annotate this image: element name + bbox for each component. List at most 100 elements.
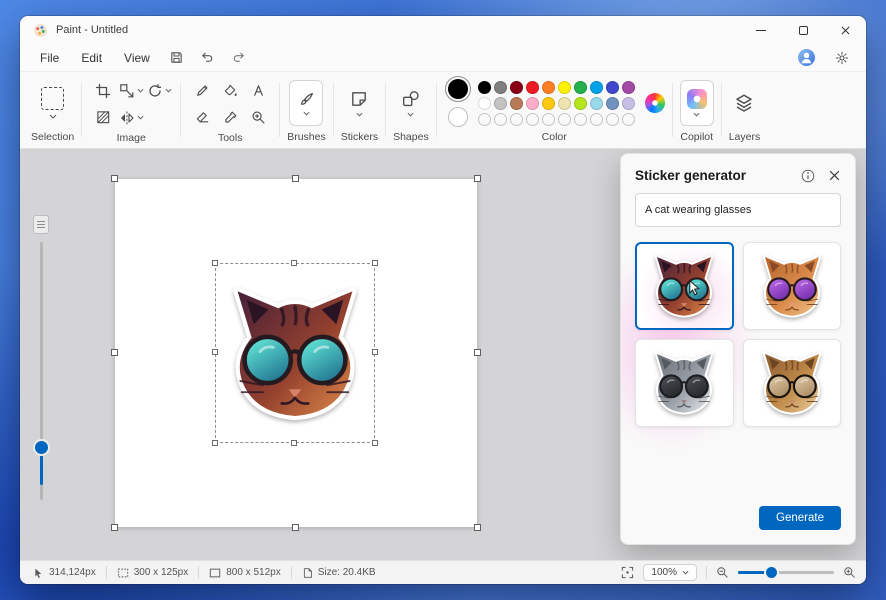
transparency-button[interactable]	[96, 110, 111, 125]
sticker-result-1[interactable]	[635, 242, 734, 330]
group-selection[interactable]: Selection	[26, 72, 79, 148]
eraser-tool[interactable]	[195, 110, 210, 125]
sticker-selection-marquee[interactable]	[212, 260, 378, 446]
color-swatch[interactable]	[477, 80, 491, 94]
group-stickers[interactable]: Stickers	[336, 72, 383, 148]
custom-color-slot[interactable]	[493, 112, 507, 126]
zoom-slider-thumb[interactable]	[35, 441, 48, 454]
titlebar[interactable]: Paint - Untitled	[20, 16, 866, 44]
zoom-slider-horizontal[interactable]	[738, 566, 834, 579]
save-button[interactable]	[163, 47, 190, 69]
vertical-zoom-slider[interactable]	[32, 215, 51, 511]
color-swatch[interactable]	[621, 96, 635, 110]
custom-color-slot[interactable]	[477, 112, 491, 126]
custom-color-slot[interactable]	[541, 112, 555, 126]
canvas-resize-handle[interactable]	[474, 524, 481, 531]
custom-color-slot[interactable]	[525, 112, 539, 126]
color-swatch[interactable]	[621, 80, 635, 94]
canvas-resize-handle[interactable]	[111, 349, 118, 356]
close-button[interactable]	[824, 16, 866, 44]
sticker-result-3[interactable]	[635, 339, 734, 427]
zoom-level-dropdown[interactable]: 100%	[643, 564, 697, 581]
crop-button[interactable]	[95, 83, 111, 99]
undo-button[interactable]	[194, 47, 221, 69]
group-shapes[interactable]: Shapes	[388, 72, 434, 148]
color-swatch[interactable]	[525, 96, 539, 110]
foreground-color-swatch[interactable]	[444, 76, 471, 103]
sticker-result-4[interactable]	[742, 339, 841, 427]
custom-color-slot[interactable]	[621, 112, 635, 126]
zoom-in-icon[interactable]	[843, 566, 856, 579]
custom-color-slot[interactable]	[605, 112, 619, 126]
color-picker-tool[interactable]	[223, 110, 238, 125]
canvas-resize-handle[interactable]	[111, 175, 118, 182]
group-layers[interactable]: Layers	[724, 72, 766, 148]
group-copilot[interactable]: Copilot	[675, 72, 719, 148]
selection-handle[interactable]	[212, 349, 218, 355]
color-swatch[interactable]	[573, 96, 587, 110]
info-icon[interactable]	[801, 169, 815, 183]
color-swatch[interactable]	[605, 96, 619, 110]
prompt-input[interactable]	[635, 193, 841, 227]
selection-handle[interactable]	[372, 349, 378, 355]
custom-color-slot[interactable]	[557, 112, 571, 126]
settings-button[interactable]	[828, 47, 855, 69]
redo-button[interactable]	[225, 47, 252, 69]
brushes-button[interactable]	[289, 80, 324, 127]
panel-close-icon[interactable]	[828, 169, 841, 182]
canvas-resize-handle[interactable]	[292, 175, 299, 182]
color-swatch[interactable]	[557, 96, 571, 110]
canvas-resize-handle[interactable]	[292, 524, 299, 531]
background-color-swatch[interactable]	[447, 107, 468, 128]
selection-handle[interactable]	[212, 440, 218, 446]
color-swatch[interactable]	[589, 96, 603, 110]
selection-handle[interactable]	[291, 260, 297, 266]
menu-edit[interactable]: Edit	[71, 48, 112, 68]
custom-color-slot[interactable]	[589, 112, 603, 126]
custom-color-slot[interactable]	[573, 112, 587, 126]
selection-handle[interactable]	[212, 260, 218, 266]
color-swatch[interactable]	[509, 80, 523, 94]
menu-file[interactable]: File	[30, 48, 69, 68]
group-brushes[interactable]: Brushes	[282, 72, 331, 148]
maximize-button[interactable]	[782, 16, 824, 44]
color-swatch[interactable]	[493, 96, 507, 110]
color-swatch[interactable]	[573, 80, 587, 94]
pencil-tool[interactable]	[195, 83, 210, 98]
color-swatch[interactable]	[509, 96, 523, 110]
color-swatch[interactable]	[541, 96, 555, 110]
color-swatch[interactable]	[493, 80, 507, 94]
canvas-resize-handle[interactable]	[474, 175, 481, 182]
color-swatch[interactable]	[525, 80, 539, 94]
zoom-slider-thumb[interactable]	[766, 567, 777, 578]
zoom-out-icon[interactable]	[716, 566, 729, 579]
color-swatch[interactable]	[557, 80, 571, 94]
copilot-button[interactable]	[679, 80, 714, 127]
selection-handle[interactable]	[372, 440, 378, 446]
color-swatch[interactable]	[605, 80, 619, 94]
resize-button[interactable]	[119, 83, 144, 99]
group-label-image: Image	[116, 132, 146, 144]
generate-button[interactable]: Generate	[759, 506, 841, 530]
fill-tool[interactable]	[223, 83, 238, 98]
selection-handle[interactable]	[372, 260, 378, 266]
text-tool[interactable]	[251, 83, 266, 98]
magnifier-tool[interactable]	[251, 110, 266, 125]
color-wheel-button[interactable]	[644, 93, 665, 114]
menu-view[interactable]: View	[114, 48, 160, 68]
color-swatch[interactable]	[541, 80, 555, 94]
selection-handle[interactable]	[291, 440, 297, 446]
color-swatch[interactable]	[589, 80, 603, 94]
canvas-resize-handle[interactable]	[111, 524, 118, 531]
workspace: Sticker generator Generate	[20, 149, 866, 560]
color-swatch[interactable]	[477, 96, 491, 110]
account-avatar[interactable]	[798, 49, 815, 66]
flip-button[interactable]	[119, 110, 144, 126]
minimize-button[interactable]	[740, 16, 782, 44]
fit-to-screen-icon[interactable]	[621, 566, 634, 579]
custom-color-slot[interactable]	[509, 112, 523, 126]
canvas-resize-handle[interactable]	[474, 349, 481, 356]
sticker-result-2[interactable]	[742, 242, 841, 330]
rotate-button[interactable]	[147, 83, 172, 99]
canvas-sticker[interactable]	[222, 270, 368, 436]
